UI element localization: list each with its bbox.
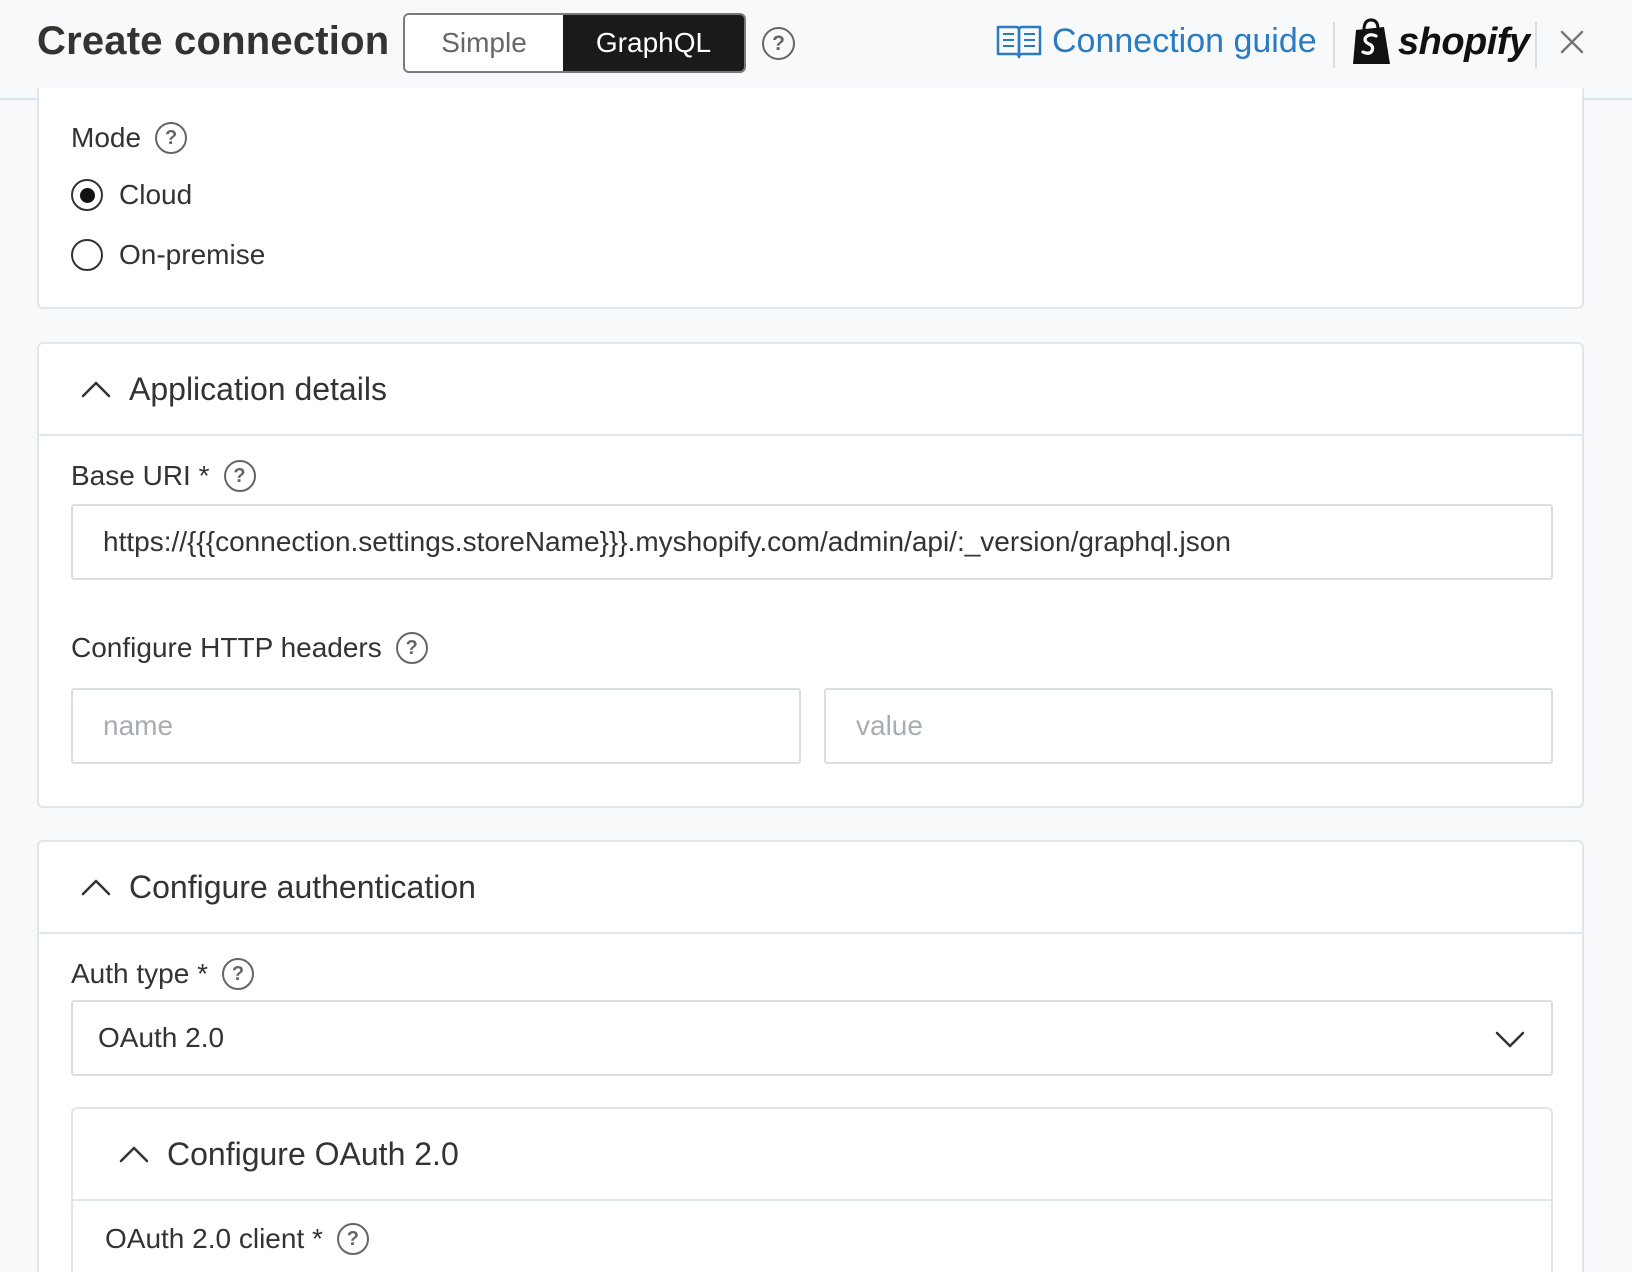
help-icon[interactable]: ? xyxy=(395,632,428,664)
chevron-up-icon xyxy=(81,381,111,398)
shopify-logo: shopify xyxy=(1350,18,1530,66)
configure-oauth-card: Configure OAuth 2.0 OAuth 2.0 client * ? xyxy=(71,1107,1553,1272)
shopify-wordmark: shopify xyxy=(1398,20,1530,63)
close-icon[interactable] xyxy=(1556,26,1588,58)
http-headers-label: Configure HTTP headers ? xyxy=(71,632,428,664)
auth-type-label: Auth type * ? xyxy=(71,958,254,990)
base-uri-input[interactable]: https://{{{connection.settings.storeName… xyxy=(71,504,1553,580)
mode-option-cloud[interactable]: Cloud xyxy=(71,179,192,211)
oauth-client-label: OAuth 2.0 client * ? xyxy=(105,1223,369,1255)
configure-authentication-card: Configure authentication Auth type * ? O… xyxy=(37,840,1584,1272)
mode-card: Mode ? Cloud On-premise xyxy=(37,88,1584,309)
application-details-card: Application details Base URI * ? https:/… xyxy=(37,342,1584,808)
mode-label: Mode ? xyxy=(71,122,188,154)
chevron-down-icon xyxy=(1495,1031,1525,1048)
radio-button-checked[interactable] xyxy=(71,179,103,211)
shopify-bag-icon xyxy=(1353,18,1390,64)
page-title: Create connection xyxy=(37,19,390,63)
auth-type-value: OAuth 2.0 xyxy=(98,1022,225,1053)
toggle-graphql-button[interactable]: GraphQL xyxy=(563,15,744,71)
configure-authentication-header[interactable]: Configure authentication xyxy=(39,842,1582,934)
modal-header: Create connection Simple GraphQL ? Conne… xyxy=(0,0,1632,100)
chevron-up-icon xyxy=(119,1146,149,1163)
configure-oauth-header[interactable]: Configure OAuth 2.0 xyxy=(73,1109,1551,1201)
radio-dot xyxy=(79,187,95,203)
auth-type-select[interactable]: OAuth 2.0 xyxy=(71,1000,1553,1076)
help-icon[interactable]: ? xyxy=(221,958,254,990)
connection-guide-link[interactable]: Connection guide xyxy=(996,22,1317,61)
help-icon[interactable]: ? xyxy=(223,460,256,492)
header-name-input[interactable]: name xyxy=(71,688,801,764)
header-divider xyxy=(1333,22,1335,68)
connection-guide-label: Connection guide xyxy=(1052,22,1317,60)
connection-type-toggle: Simple GraphQL xyxy=(403,13,746,73)
help-icon[interactable]: ? xyxy=(155,122,188,154)
application-details-header[interactable]: Application details xyxy=(39,344,1582,436)
radio-button[interactable] xyxy=(71,239,103,271)
help-icon[interactable]: ? xyxy=(336,1223,369,1255)
book-icon xyxy=(996,25,1042,58)
chevron-up-icon xyxy=(81,879,111,896)
toggle-simple-button[interactable]: Simple xyxy=(405,15,563,71)
header-divider xyxy=(1535,22,1537,68)
header-value-input[interactable]: value xyxy=(824,688,1553,764)
mode-option-on-premise[interactable]: On-premise xyxy=(71,239,265,271)
base-uri-label: Base URI * ? xyxy=(71,460,256,492)
help-icon[interactable]: ? xyxy=(762,27,795,60)
